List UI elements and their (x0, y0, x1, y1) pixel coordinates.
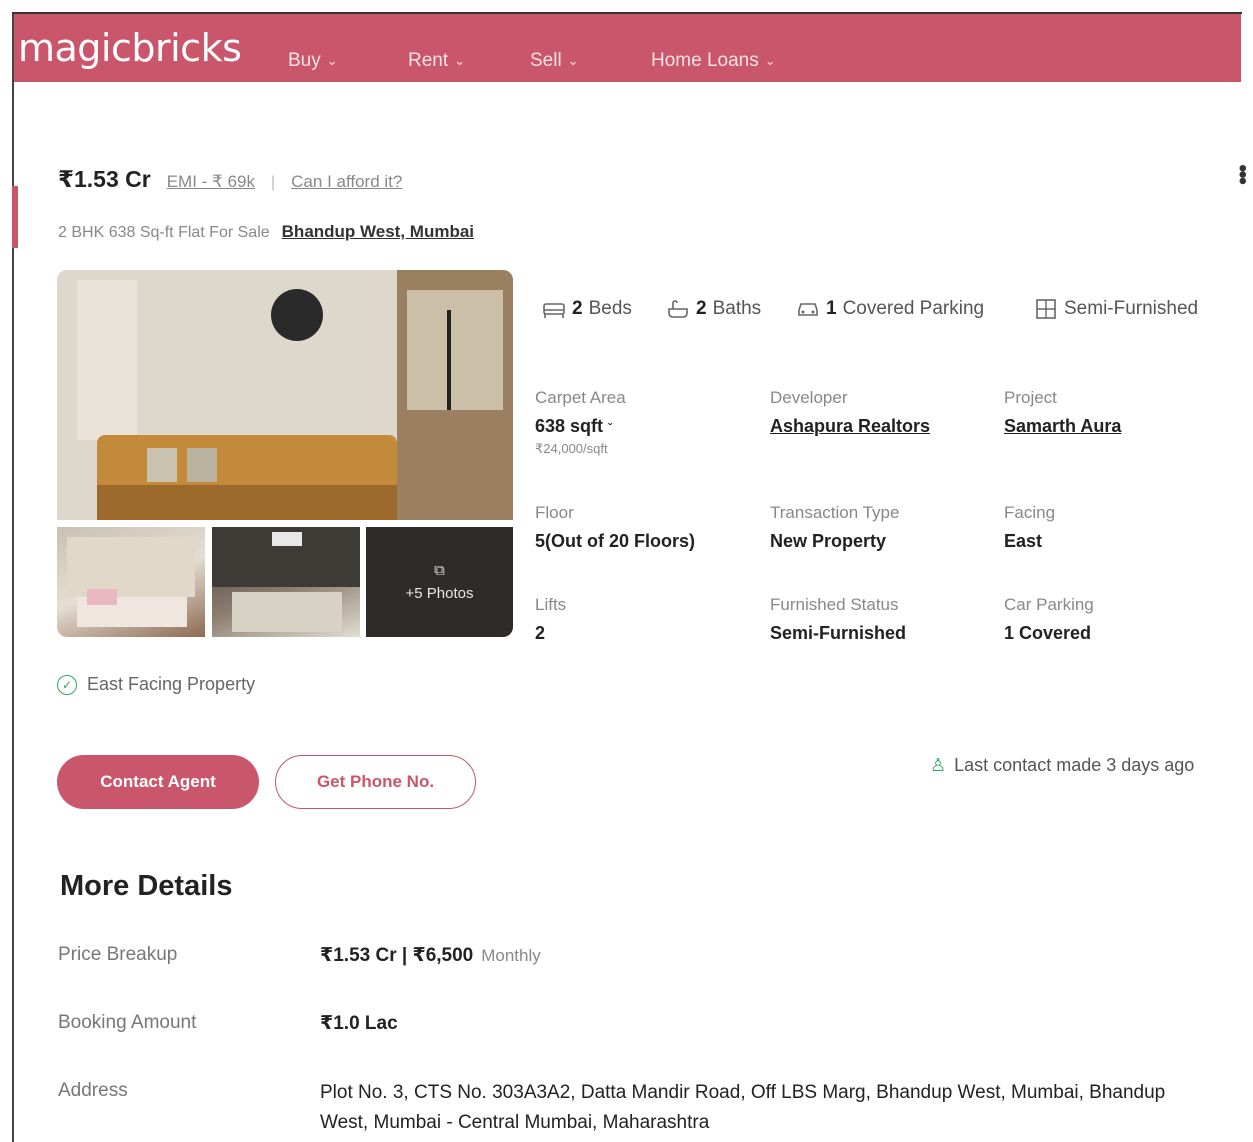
price-breakup-suffix: Monthly (481, 946, 541, 965)
spec-lifts: Lifts 2 (535, 595, 566, 644)
amenity-baths-count: 2 (696, 298, 707, 319)
nav-sell-label: Sell (530, 50, 562, 71)
listing-subtitle-row: 2 BHK 638 Sq-ft Flat For Sale Bhandup We… (58, 222, 474, 242)
spec-car-parking-label: Car Parking (1004, 595, 1094, 614)
spec-floor: Floor 5(Out of 20 Floors) (535, 503, 695, 552)
chevron-down-icon: ˇ (608, 421, 613, 435)
address-value: Plot No. 3, CTS No. 303A3A2, Datta Mandi… (320, 1082, 1166, 1133)
spec-car-parking-value: 1 Covered (1004, 623, 1092, 643)
bedroom-illustration (67, 537, 195, 627)
booking-amount-value: ₹1.0 Lac (320, 1013, 398, 1034)
last-contact-info: ♙ Last contact made 3 days ago (930, 755, 1194, 776)
check-circle-icon: ✓ (57, 674, 77, 695)
spec-transaction-type-label: Transaction Type (770, 503, 900, 522)
amenity-beds: 2 Beds (542, 298, 632, 320)
bed-icon (543, 303, 565, 318)
more-photos-count: +5 Photos (405, 585, 474, 602)
spec-transaction-type-value: New Property (770, 531, 887, 551)
spec-carpet-area-label: Carpet Area (535, 388, 626, 407)
last-contact-text: Last contact made 3 days ago (954, 755, 1195, 775)
nav-rent-label: Rent (408, 50, 449, 71)
facing-highlight: ✓ East Facing Property (57, 674, 255, 695)
more-photos-tile[interactable]: ⧉ +5 Photos (366, 527, 513, 637)
amenity-beds-label: Beds (588, 298, 632, 319)
gallery-icon: ⧉ (434, 562, 445, 579)
spec-developer-label: Developer (770, 388, 848, 407)
spec-developer: Developer Ashapura Realtors (770, 388, 930, 437)
spec-facing-label: Facing (1004, 503, 1056, 522)
amenity-parking-count: 1 (826, 298, 837, 319)
living-room-illustration (57, 270, 513, 520)
emi-link[interactable]: EMI - ₹ 69k (167, 172, 255, 192)
property-thumbnail-bedroom-1[interactable] (57, 527, 205, 637)
price-breakup-label: Price Breakup (58, 944, 178, 965)
brand-logo[interactable]: magicbricks (18, 26, 242, 70)
nav-buy[interactable]: Buy ⌄ (288, 50, 338, 72)
spec-facing-value: East (1004, 531, 1043, 551)
more-details-title: More Details (60, 870, 233, 902)
developer-link[interactable]: Ashapura Realtors (770, 416, 930, 437)
price-breakup-value: ₹1.53 Cr | ₹6,500 Monthly (320, 944, 541, 967)
nav-home-loans-label: Home Loans (651, 50, 759, 71)
spec-project: Project Samarth Aura (1004, 388, 1121, 437)
spec-transaction-type: Transaction Type New Property (770, 503, 899, 552)
property-thumbnail-bedroom-2[interactable] (212, 527, 360, 637)
amenity-furnishing-label: Semi-Furnished (1064, 298, 1199, 319)
locality-link[interactable]: Bhandup West, Mumbai (282, 222, 474, 242)
window-left-border (12, 14, 14, 1142)
chevron-down-icon: ⌄ (454, 53, 466, 68)
spec-project-label: Project (1004, 388, 1057, 407)
get-phone-button[interactable]: Get Phone No. (275, 755, 476, 809)
price-separator: | (271, 174, 276, 191)
chevron-down-icon: ⌄ (326, 53, 338, 68)
amenity-parking-label: Covered Parking (842, 298, 985, 319)
main-property-photo[interactable] (57, 270, 513, 520)
contact-agent-button[interactable]: Contact Agent (57, 755, 259, 809)
address-label: Address (58, 1080, 128, 1101)
chevron-down-icon: ⌄ (764, 53, 776, 68)
nav-home-loans[interactable]: Home Loans ⌄ (651, 50, 776, 72)
spec-car-parking: Car Parking 1 Covered (1004, 595, 1094, 644)
listing-subtitle: 2 BHK 638 Sq-ft Flat For Sale (58, 224, 270, 241)
afford-link[interactable]: Can I afford it? (291, 172, 402, 192)
spec-carpet-area: Carpet Area 638 sqft ˇ ₹24,000/sqft (535, 388, 626, 457)
booking-amount-label: Booking Amount (58, 1012, 197, 1033)
more-options-icon[interactable]: ••• (1229, 164, 1253, 183)
price-breakup-amount: ₹1.53 Cr | ₹6,500 (320, 945, 474, 966)
nav-buy-label: Buy (288, 50, 321, 71)
spec-furnished-status-label: Furnished Status (770, 595, 899, 614)
person-icon: ♙ (930, 755, 947, 775)
chevron-down-icon: ⌄ (567, 53, 579, 68)
listing-price: ₹1.53 Cr (58, 166, 151, 192)
facing-highlight-label: East Facing Property (87, 674, 256, 694)
spec-lifts-label: Lifts (535, 595, 567, 614)
bath-icon (668, 300, 688, 318)
amenity-baths-label: Baths (712, 298, 762, 319)
nav-sell[interactable]: Sell ⌄ (530, 50, 579, 72)
spec-carpet-area-rate: ₹24,000/sqft (535, 441, 608, 456)
spec-lifts-value: 2 (535, 623, 546, 643)
amenity-beds-count: 2 (572, 298, 583, 319)
top-navbar: magicbricks Buy ⌄ Rent ⌄ Sell ⌄ Home Loa… (14, 14, 1241, 82)
side-accent-bar (12, 186, 18, 248)
furniture-icon (1036, 299, 1056, 319)
amenity-parking: 1 Covered Parking (796, 298, 984, 320)
project-link[interactable]: Samarth Aura (1004, 416, 1121, 437)
spec-carpet-area-value[interactable]: 638 sqft ˇ (535, 416, 626, 437)
nav-rent[interactable]: Rent ⌄ (408, 50, 465, 72)
price-row: ₹1.53 Cr EMI - ₹ 69k | Can I afford it? (58, 166, 402, 193)
spec-floor-label: Floor (535, 503, 574, 522)
spec-furnished-status: Furnished Status Semi-Furnished (770, 595, 906, 644)
spec-facing: Facing East (1004, 503, 1055, 552)
amenity-furnishing: Semi-Furnished (1034, 298, 1198, 320)
car-icon (798, 303, 818, 316)
spec-furnished-status-value: Semi-Furnished (770, 623, 907, 643)
amenity-baths: 2 Baths (666, 298, 761, 320)
bedroom-illustration (212, 527, 360, 632)
spec-floor-value: 5(Out of 20 Floors) (535, 531, 696, 551)
